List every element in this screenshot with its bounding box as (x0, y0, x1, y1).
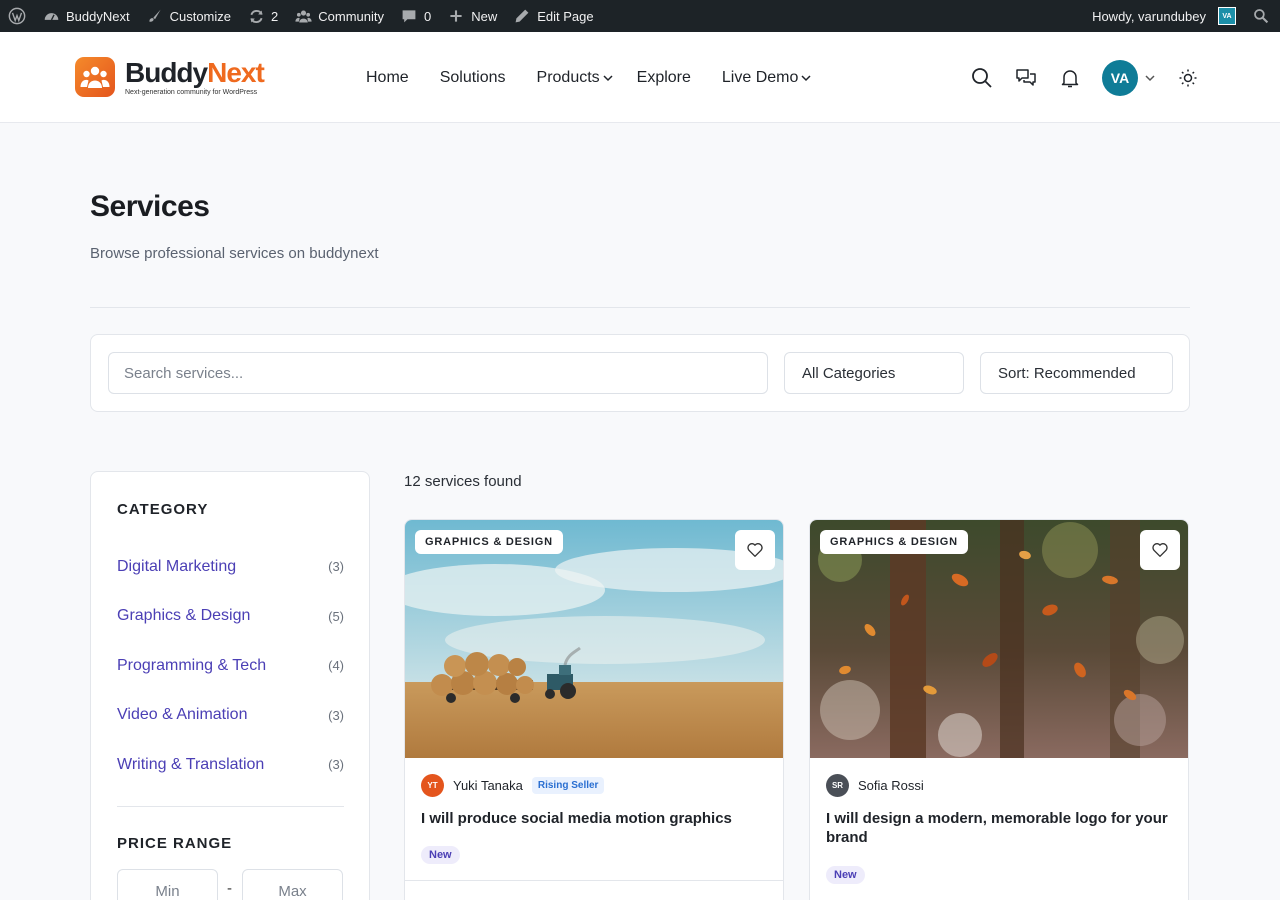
plus-icon (447, 7, 465, 25)
site-header: BuddyNext Next-generation community for … (0, 32, 1280, 123)
category-heading: CATEGORY (117, 501, 209, 518)
sort-select[interactable]: Sort: Recommended (980, 352, 1173, 394)
category-badge: GRAPHICS & DESIGN (820, 530, 968, 554)
nav-live-demo[interactable]: Live Demo (722, 69, 812, 87)
updates-link[interactable]: 2 (239, 0, 286, 32)
messages-button[interactable] (1014, 66, 1038, 90)
admin-avatar: VA (1218, 7, 1236, 25)
my-account-menu[interactable]: Howdy, varundubey VA (1084, 0, 1244, 32)
category-item[interactable]: Programming & Tech (4) (117, 641, 344, 691)
site-logo[interactable]: BuddyNext Next-generation community for … (75, 56, 265, 97)
site-name-menu[interactable]: BuddyNext (34, 0, 138, 32)
autumn-leaves-image (810, 520, 1188, 758)
community-label: Community (318, 8, 384, 24)
divider (405, 880, 783, 881)
chat-bubbles-icon (1016, 68, 1036, 86)
notifications-button[interactable] (1058, 66, 1082, 90)
logo-tagline: Next-generation community for WordPress (125, 88, 258, 96)
service-title[interactable]: I will design a modern, memorable logo f… (826, 809, 1171, 847)
pencil-icon (513, 7, 531, 25)
category-item[interactable]: Video & Animation (3) (117, 691, 344, 741)
search-button[interactable] (970, 66, 994, 90)
bell-icon (1061, 69, 1079, 87)
heart-icon (747, 543, 763, 557)
main-nav: Home Solutions Products Explore Live Dem… (366, 32, 843, 123)
category-item[interactable]: Digital Marketing (3) (117, 542, 344, 592)
divider (90, 307, 1190, 308)
nav-explore[interactable]: Explore (637, 69, 691, 87)
category-item[interactable]: Graphics & Design (5) (117, 592, 344, 642)
edit-page-link[interactable]: Edit Page (505, 0, 601, 32)
community-link[interactable]: Community (286, 0, 392, 32)
chevron-down-icon (801, 74, 811, 81)
wordpress-icon (8, 7, 26, 25)
new-badge: New (421, 846, 460, 864)
refresh-icon (247, 7, 265, 25)
search-icon (1252, 7, 1270, 25)
wp-logo-menu[interactable] (0, 0, 34, 32)
results-count: 12 services found (404, 473, 522, 490)
site-name-label: BuddyNext (66, 8, 130, 24)
page-subtitle: Browse professional services on buddynex… (90, 245, 379, 262)
price-range-dash: - (227, 880, 232, 897)
category-select[interactable]: All Categories (784, 352, 964, 394)
divider (117, 806, 344, 807)
comments-count: 0 (424, 8, 432, 24)
favorite-button[interactable] (1140, 530, 1180, 570)
brush-icon (146, 7, 164, 25)
comment-icon (400, 7, 418, 25)
price-min-input[interactable]: Min (117, 869, 218, 900)
seller-name: Sofia Rossi (858, 778, 924, 793)
search-icon (972, 67, 992, 88)
service-card[interactable]: GRAPHICS & DESIGN YT Yuki Tanaka Rising … (404, 519, 784, 900)
filter-bar: All Categories Sort: Recommended (90, 334, 1190, 412)
new-badge: New (826, 866, 865, 884)
user-menu[interactable]: VA (1102, 59, 1156, 96)
category-list: Digital Marketing (3) Graphics & Design (5… (117, 542, 344, 790)
edit-page-label: Edit Page (537, 8, 594, 24)
nav-home[interactable]: Home (366, 69, 409, 87)
chevron-down-icon (603, 74, 613, 81)
new-label: New (471, 8, 498, 24)
search-input[interactable] (108, 352, 768, 394)
seller-name: Yuki Tanaka (453, 778, 523, 793)
sun-icon (1179, 69, 1197, 86)
category-item[interactable]: Writing & Translation (3) (117, 740, 344, 790)
price-max-input[interactable]: Max (242, 869, 343, 900)
group-icon (294, 7, 312, 25)
updates-count: 2 (271, 8, 279, 24)
dashboard-icon (42, 7, 60, 25)
filter-sidebar: CATEGORY Digital Marketing (3) Graphics &… (90, 471, 370, 900)
new-content-menu[interactable]: New (439, 0, 505, 32)
favorite-button[interactable] (735, 530, 775, 570)
farm-field-image (405, 520, 783, 758)
nav-solutions[interactable]: Solutions (440, 69, 506, 87)
price-range-heading: PRICE RANGE (117, 835, 233, 852)
service-card[interactable]: GRAPHICS & DESIGN SR Sofia Rossi I will … (809, 519, 1189, 900)
page-title: Services (90, 190, 210, 223)
service-image[interactable]: GRAPHICS & DESIGN (810, 520, 1188, 758)
customize-link[interactable]: Customize (138, 0, 239, 32)
logo-people-icon (75, 57, 115, 97)
service-title[interactable]: I will produce social media motion graph… (421, 809, 766, 828)
service-image[interactable]: GRAPHICS & DESIGN (405, 520, 783, 758)
seller-avatar: SR (826, 774, 849, 797)
theme-toggle[interactable] (1176, 66, 1200, 90)
comments-link[interactable]: 0 (392, 0, 439, 32)
seller-level-badge: Rising Seller (531, 777, 605, 794)
admin-bar: BuddyNext Customize 2 Community 0 New Ed… (0, 0, 1280, 32)
seller-avatar: YT (421, 774, 444, 797)
logo-wordmark: BuddyNext (125, 56, 265, 88)
avatar: VA (1102, 59, 1138, 96)
heart-icon (1152, 543, 1168, 557)
seller-info[interactable]: YT Yuki Tanaka Rising Seller (421, 774, 605, 797)
category-badge: GRAPHICS & DESIGN (415, 530, 563, 554)
howdy-label: Howdy, varundubey (1092, 8, 1206, 24)
seller-info[interactable]: SR Sofia Rossi (826, 774, 924, 797)
nav-products[interactable]: Products (537, 69, 614, 87)
admin-search[interactable] (1244, 0, 1280, 32)
customize-label: Customize (169, 8, 232, 24)
chevron-down-icon (1145, 74, 1155, 81)
